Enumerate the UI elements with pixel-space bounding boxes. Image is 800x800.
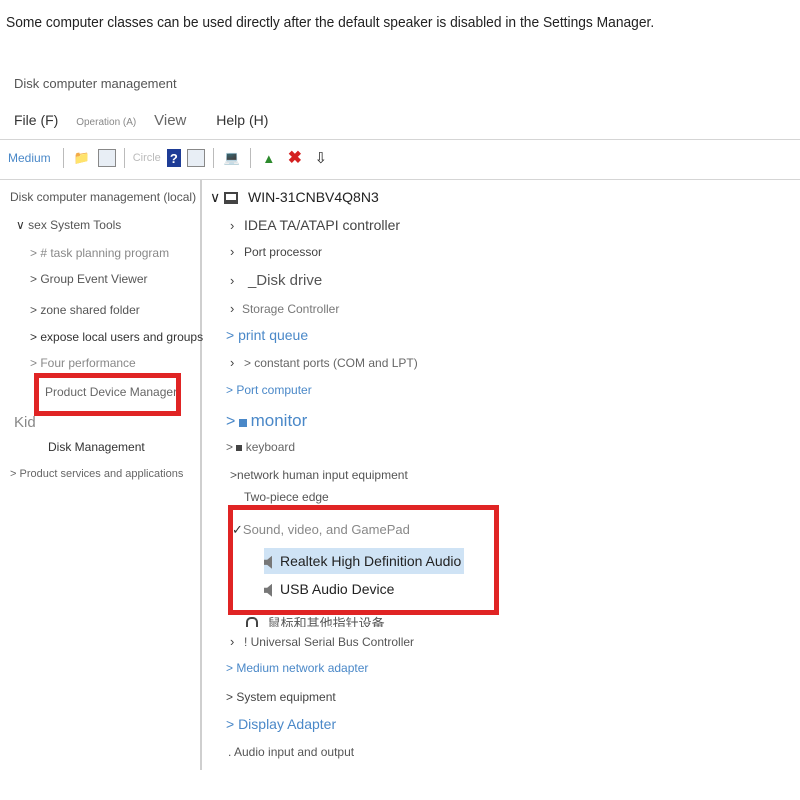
left-tree-shared-folder[interactable]: > zone shared folder	[30, 303, 140, 317]
menu-file[interactable]: File (F)	[14, 112, 58, 128]
device-category-ide[interactable]: › IDEA TA/ATAPI controller	[230, 217, 400, 233]
collapsed-chevron-icon[interactable]: ›	[230, 634, 234, 649]
monitor-square-icon	[238, 418, 247, 427]
left-tree-event-viewer[interactable]: > Group Event Viewer	[30, 272, 148, 286]
left-tree-disk-management[interactable]: Disk Management	[48, 440, 145, 454]
menu-operation[interactable]: Operation (A)	[76, 117, 136, 128]
mouse-icon	[246, 617, 258, 627]
collapsed-chevron-icon[interactable]: ›	[230, 301, 234, 316]
expand-chevron-icon[interactable]: ∨	[16, 218, 25, 232]
device-category-keyboard[interactable]: > keyboard	[226, 440, 295, 454]
device-category-monitor[interactable]: > monitor	[226, 411, 307, 431]
device-category-pointer[interactable]: 鼠标和其他指针设备	[246, 613, 385, 627]
keyboard-square-icon	[236, 444, 243, 451]
pane-splitter[interactable]	[200, 180, 202, 770]
left-tree-task-planning[interactable]: > # task planning program	[30, 246, 169, 260]
device-category-audio-io[interactable]: . Audio input and output	[228, 745, 354, 759]
download-icon[interactable]: ⇩	[311, 148, 331, 168]
properties-icon[interactable]	[97, 149, 116, 167]
help-icon[interactable]: ?	[166, 149, 181, 167]
highlight-box-device-manager	[34, 373, 181, 416]
device-category-system[interactable]: > System equipment	[226, 690, 336, 704]
toolbar-divider	[0, 179, 800, 180]
window-title: Disk computer management	[14, 76, 177, 91]
device-category-ports[interactable]: › > constant ports (COM and LPT)	[230, 355, 418, 370]
toolbar-circle-label[interactable]: Circle	[133, 152, 161, 164]
expand-chevron-icon[interactable]: ∨	[210, 189, 220, 205]
highlight-box-sound	[228, 505, 499, 615]
monitor-icon[interactable]: 💻	[222, 148, 242, 168]
device-category-two-piece[interactable]: Two-piece edge	[244, 490, 329, 504]
toolbar: Medium 📁 Circle ? 💻 ▲ ✖ ⇩	[8, 144, 331, 172]
device-category-disk-drive[interactable]: › _Disk drive	[230, 272, 322, 289]
up-folder-icon[interactable]: 📁	[72, 148, 92, 168]
device-category-usb[interactable]: › ! Universal Serial Bus Controller	[230, 634, 414, 649]
device-category-network[interactable]: > Medium network adapter	[226, 661, 368, 675]
menu-divider	[0, 139, 800, 140]
menu-help[interactable]: Help (H)	[216, 112, 268, 128]
device-category-port-computer[interactable]: > Port computer	[226, 383, 312, 397]
collapsed-chevron-icon[interactable]: ›	[230, 218, 234, 233]
menu-bar: File (F) Operation (A) View Help (H)	[14, 112, 282, 129]
left-tree-services[interactable]: > Product services and applications	[10, 468, 183, 480]
left-tree-kid[interactable]: Kid	[14, 414, 36, 431]
update-driver-icon[interactable]: ▲	[259, 148, 279, 168]
menu-view[interactable]: View	[154, 112, 186, 129]
device-category-print-queue[interactable]: > print queue	[226, 327, 308, 343]
device-category-processor[interactable]: › Port processor	[230, 244, 322, 259]
toolbar-separator	[62, 148, 64, 168]
device-tree-root[interactable]: ∨ WIN-31CNBV4Q8N3	[210, 189, 379, 206]
toolbar-separator	[249, 148, 251, 168]
uninstall-icon[interactable]: ✖	[285, 148, 305, 168]
caption: Some computer classes can be used direct…	[6, 14, 655, 31]
device-category-display[interactable]: > Display Adapter	[226, 716, 336, 732]
collapsed-chevron-icon[interactable]: ›	[230, 273, 234, 288]
left-tree-local-users[interactable]: > expose local users and groups	[30, 330, 203, 344]
toolbar-separator	[212, 148, 214, 168]
toolbar-medium-label[interactable]: Medium	[8, 151, 51, 165]
device-category-hid[interactable]: >network human input equipment	[230, 468, 408, 482]
left-tree-performance[interactable]: > Four performance	[30, 356, 136, 370]
toolbar-separator	[123, 148, 125, 168]
view-icon[interactable]	[186, 149, 205, 167]
device-category-storage[interactable]: › Storage Controller	[230, 301, 339, 316]
left-tree-root[interactable]: Disk computer management (local)	[10, 190, 196, 204]
collapsed-chevron-icon[interactable]: ›	[230, 355, 234, 370]
collapsed-chevron-icon[interactable]: ›	[230, 244, 234, 259]
left-tree-system-tools[interactable]: ∨ sex System Tools	[16, 218, 121, 232]
computer-icon	[224, 192, 239, 205]
